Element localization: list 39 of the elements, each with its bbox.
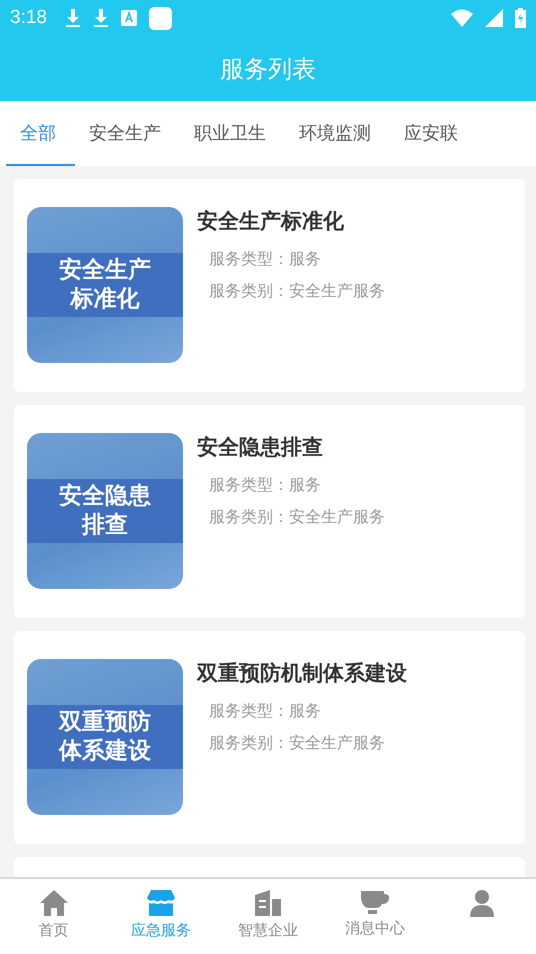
service-type: 服务类型：服务 xyxy=(208,248,322,270)
page-title: 服务列表 xyxy=(220,54,316,84)
wifi-icon xyxy=(451,9,473,27)
category-tab[interactable]: 环境监测 xyxy=(285,101,390,166)
category-tab[interactable]: 应安联 xyxy=(390,101,477,166)
person-icon xyxy=(468,889,496,917)
category-tab[interactable]: 职业卫生 xyxy=(180,101,285,166)
building-icon xyxy=(254,889,282,917)
signal-icon xyxy=(485,9,503,27)
service-title: 安全隐患排查 xyxy=(197,434,324,461)
service-category: 服务类别：安全生产服务 xyxy=(208,506,385,528)
service-title: 安全生产标准化 xyxy=(197,208,345,235)
service-title: 双重预防机制体系建设 xyxy=(197,660,407,687)
service-card[interactable]: 双重预防 体系建设 双重预防机制体系建设 服务类型：服务 服务类别：安全生产服务 xyxy=(14,631,525,844)
thumbnail-text: 双重预防 xyxy=(59,708,151,737)
download-icon xyxy=(64,8,81,28)
thumbnail-text: 体系建设 xyxy=(59,737,151,766)
nav-tab[interactable]: 首页 xyxy=(0,879,108,954)
thumbnail-text: 排查 xyxy=(82,511,128,540)
notification-icon xyxy=(148,6,172,30)
battery-icon xyxy=(515,8,526,28)
service-category: 服务类别：安全生产服务 xyxy=(208,280,385,302)
nav-tab[interactable]: 智慧企业 xyxy=(214,879,322,954)
service-category: 服务类别：安全生产服务 xyxy=(208,732,386,754)
thumbnail-text: 标准化 xyxy=(70,285,140,314)
keyboard-icon xyxy=(120,10,137,26)
thumbnail-text: 安全生产 xyxy=(59,256,151,285)
service-card[interactable]: 安全生产 标准化 安全生产标准化 服务类型：服务 服务类别：安全生产服务 xyxy=(14,179,525,392)
home-icon xyxy=(38,889,69,917)
category-tab[interactable]: 安全生产 xyxy=(75,101,180,166)
status-time: 3:18 xyxy=(10,7,47,29)
download-icon xyxy=(92,8,109,28)
service-card[interactable]: 安全隐患 排查 安全隐患排查 服务类型：服务 服务类别：安全生产服务 xyxy=(14,405,525,618)
nav-tab[interactable]: 消息中心 xyxy=(322,879,429,954)
thumbnail-text: 安全隐患 xyxy=(59,482,151,511)
service-type: 服务类型：服务 xyxy=(208,700,322,722)
service-type: 服务类型：服务 xyxy=(208,474,322,496)
store-icon xyxy=(146,889,175,917)
cup-icon xyxy=(360,889,390,915)
